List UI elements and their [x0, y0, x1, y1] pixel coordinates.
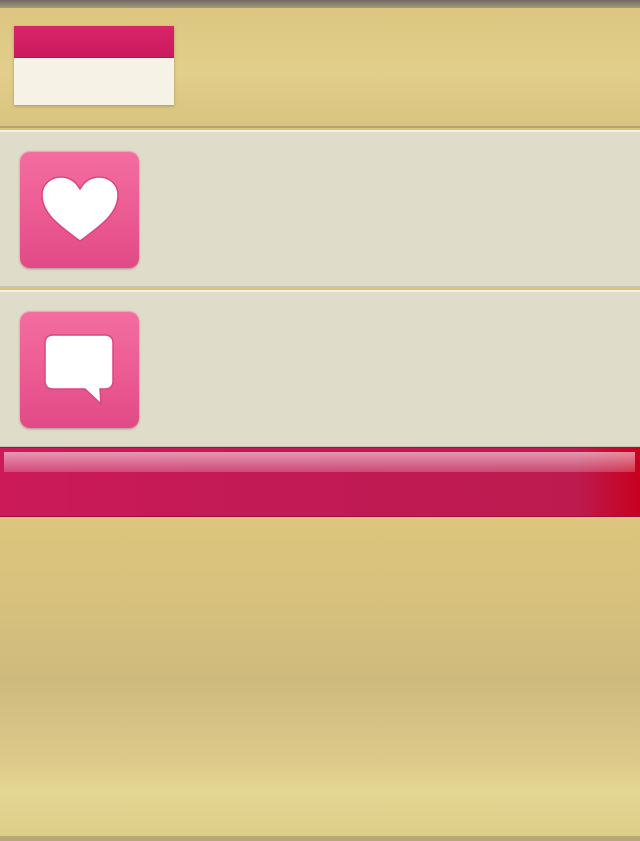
calendar-header — [14, 26, 174, 58]
top-edge — [0, 0, 640, 8]
highlight-banner[interactable] — [0, 447, 640, 517]
heart-icon — [40, 175, 119, 242]
calendar-widget[interactable] — [14, 26, 174, 105]
speech-bubble-icon — [43, 333, 114, 406]
header-bar — [0, 8, 640, 128]
list-item-comment[interactable] — [0, 290, 640, 448]
list-item-like[interactable] — [0, 130, 640, 288]
comment-tile[interactable] — [20, 311, 139, 428]
empty-content-area — [0, 517, 640, 841]
banner-gloss — [4, 452, 635, 472]
bottom-edge — [0, 836, 640, 841]
app-screen — [0, 0, 640, 841]
calendar-body — [14, 58, 174, 105]
like-tile[interactable] — [20, 151, 139, 268]
